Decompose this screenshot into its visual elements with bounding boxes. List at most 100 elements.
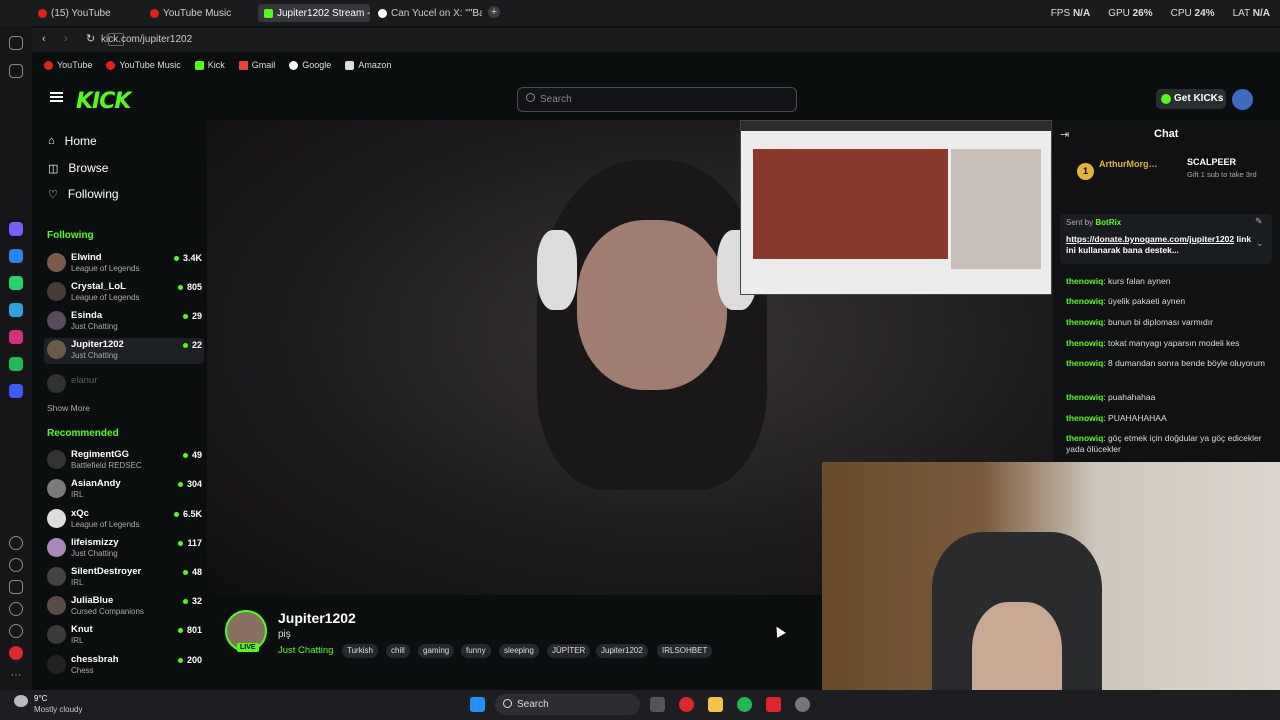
tag[interactable]: funny (461, 644, 491, 658)
kick-logo[interactable]: KICK (76, 89, 131, 114)
menu-icon[interactable] (50, 92, 63, 102)
show-more-link[interactable]: Show More (47, 403, 90, 413)
recommended-item[interactable]: lifeismizzy Just Chatting 117 (44, 536, 204, 562)
record-icon[interactable] (9, 646, 23, 660)
recommended-item[interactable]: xQc League of Legends 6.5K (44, 507, 204, 533)
tab-youtube[interactable]: (15) YouTube (32, 4, 142, 22)
back-icon[interactable]: ‹ (42, 33, 46, 45)
bookmark-amazon[interactable]: Amazon (345, 60, 391, 70)
opera-taskbar-icon[interactable] (679, 697, 694, 712)
recommended-item[interactable]: AsianAndy IRL 304 (44, 477, 204, 503)
chat-user[interactable]: thenowiq (1066, 392, 1103, 402)
speed-dial-icon[interactable] (9, 64, 23, 78)
recommended-item[interactable]: SilentDestroyer IRL 48 (44, 565, 204, 591)
gift-user[interactable]: SCALPEER (1187, 157, 1236, 167)
windows-start-icon[interactable] (470, 697, 485, 712)
tab-jupiter-stream[interactable]: Jupiter1202 Stream - … (258, 4, 370, 22)
tab-can-yucel[interactable]: Can Yucel on X: ""Bana g… (372, 4, 482, 22)
chat-user[interactable]: thenowiq (1066, 433, 1103, 443)
following-item-offline[interactable]: elanur (44, 372, 204, 398)
user-avatar[interactable] (1232, 89, 1253, 110)
whatsapp-icon[interactable] (9, 276, 23, 290)
channel-category: Just Chatting (71, 322, 118, 331)
channel-name: JuliaBlue (71, 595, 114, 606)
new-tab-button[interactable]: + (488, 6, 500, 18)
chat-user[interactable]: thenowiq (1066, 276, 1103, 286)
tag[interactable]: sleeping (499, 644, 539, 658)
tag[interactable]: Turkish (342, 644, 378, 658)
heart-icon[interactable] (9, 536, 23, 550)
bookmark-youtube-music[interactable]: YouTube Music (106, 60, 181, 70)
telegram-icon[interactable] (9, 303, 23, 317)
weather-temp[interactable]: 9°C (34, 694, 47, 703)
spotify-icon[interactable] (9, 357, 23, 371)
chat-user[interactable]: thenowiq (1066, 413, 1103, 423)
bookmark-gmail[interactable]: Gmail (238, 60, 275, 70)
settings-taskbar-icon[interactable] (795, 697, 810, 712)
tag[interactable]: JÜPİTER (547, 644, 591, 658)
bookmark-kick[interactable]: Kick (194, 60, 225, 70)
instagram-icon[interactable] (9, 330, 23, 344)
forward-icon[interactable]: › (64, 33, 68, 45)
viewer-count: 304 (178, 479, 202, 489)
nav-following[interactable]: ♡ Following (48, 187, 119, 201)
aria-icon[interactable] (9, 222, 23, 236)
collapse-chat-icon[interactable]: ⇥ (1060, 128, 1069, 141)
tab-youtube-music[interactable]: YouTube Music (144, 4, 256, 22)
performance-hud: FPS N/A GPU 26% CPU 24% LAT N/A (1051, 8, 1270, 19)
home-icon[interactable] (9, 36, 23, 50)
webcam-overlay (822, 462, 1280, 720)
chat-user[interactable]: thenowiq (1066, 358, 1103, 368)
chat-user[interactable]: thenowiq (1066, 317, 1103, 327)
kick-icon (194, 60, 204, 70)
tag[interactable]: chill (386, 644, 410, 658)
history-icon[interactable] (9, 558, 23, 572)
streamer-name[interactable]: Jupiter1202 (278, 610, 356, 626)
following-item[interactable]: Elwind League of Legends 3.4K (44, 251, 204, 277)
messenger-icon[interactable] (9, 249, 23, 263)
nav-home[interactable]: ⌂ Home (48, 134, 97, 148)
avatar (47, 282, 66, 301)
tag[interactable]: Jupiter1202 (596, 644, 648, 658)
pinned-link[interactable]: https://donate.bynogame.com/jupiter1202 (1066, 234, 1234, 244)
unpin-icon[interactable]: ✎ (1255, 216, 1263, 227)
chat-message: thenowiq: göç etmek için doğdular ya göç… (1066, 433, 1262, 454)
bookmark-youtube[interactable]: YouTube (44, 60, 92, 70)
spotify-taskbar-icon[interactable] (737, 697, 752, 712)
player-icon[interactable] (9, 384, 23, 398)
search-input[interactable]: Search (517, 87, 797, 112)
task-view-icon[interactable] (650, 697, 665, 712)
bookmark-google[interactable]: Google (289, 60, 331, 70)
url-input[interactable]: kick.com/jupiter1202 (101, 32, 981, 48)
kick-icon (264, 8, 273, 18)
opera-sidebar: ··· (0, 0, 32, 720)
tag[interactable]: gaming (418, 644, 455, 658)
bookmark-label: Kick (207, 60, 225, 70)
lat-label: LAT (1232, 8, 1250, 19)
bulb-icon[interactable] (9, 624, 23, 638)
chevron-down-icon[interactable]: ⌄ (1256, 238, 1264, 249)
tag[interactable]: IRLSOHBET (657, 644, 713, 658)
following-item-active[interactable]: Jupiter1202 Just Chatting 22 (44, 338, 204, 364)
chat-user[interactable]: thenowiq (1066, 338, 1103, 348)
stream-category[interactable]: Just Chatting (278, 645, 333, 656)
recommended-item[interactable]: Knut IRL 801 (44, 623, 204, 649)
gifter-name[interactable]: ArthurMorg… (1099, 159, 1158, 169)
box-icon[interactable] (9, 580, 23, 594)
recommended-item[interactable]: JuliaBlue Cursed Companions 32 (44, 594, 204, 620)
nav-browse[interactable]: ◫ Browse (48, 161, 108, 175)
reload-icon[interactable]: ↻ (86, 32, 95, 45)
recommended-item[interactable]: RegimentGG Battlefield REDSEC 49 (44, 448, 204, 474)
following-item[interactable]: Esinda Just Chatting 29 (44, 309, 204, 335)
viewer-count: 49 (183, 450, 202, 460)
chat-user[interactable]: thenowiq (1066, 296, 1103, 306)
channel-category: Cursed Companions (71, 607, 144, 616)
taskbar-search[interactable]: Search (495, 694, 640, 715)
settings-icon[interactable] (9, 602, 23, 616)
opera-gx-taskbar-icon[interactable] (766, 697, 781, 712)
recommended-item[interactable]: chessbrah Chess 200 (44, 653, 204, 679)
file-explorer-icon[interactable] (708, 697, 723, 712)
following-item[interactable]: Crystal_LoL League of Legends 805 (44, 280, 204, 306)
bookmark-label: YouTube (57, 60, 93, 70)
more-icon[interactable]: ··· (9, 668, 23, 682)
